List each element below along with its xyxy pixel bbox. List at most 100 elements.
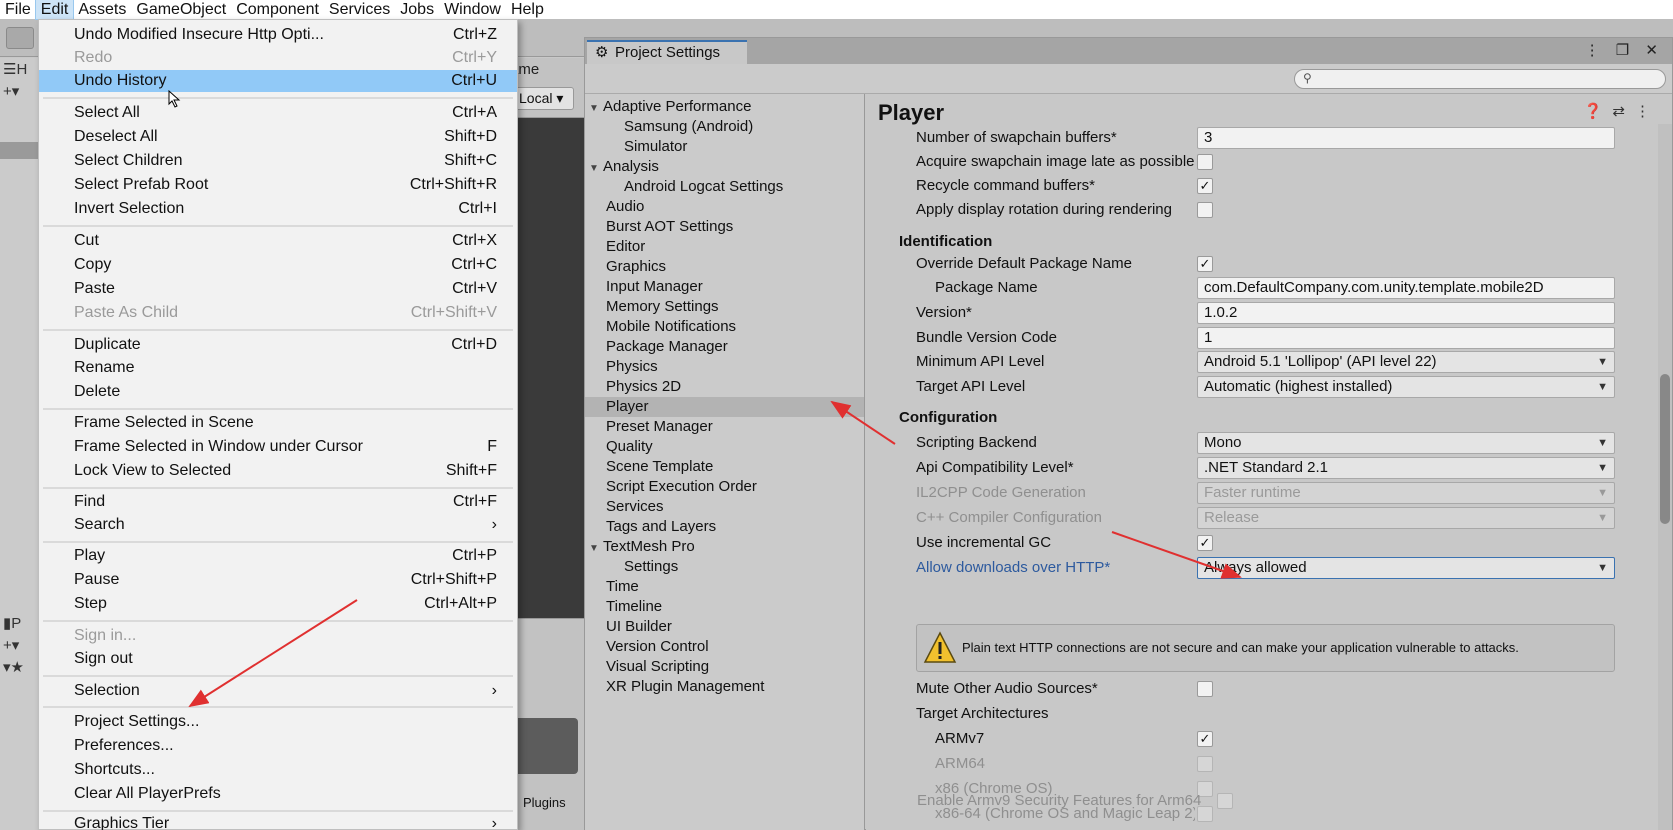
edit-menu-item[interactable]: Undo Modified Insecure Http Opti... Ctrl+… xyxy=(39,24,517,46)
sidebar-item-time[interactable]: Time xyxy=(606,577,639,597)
sidebar-item-package-manager[interactable]: Package Manager xyxy=(606,337,728,357)
edit-menu-item[interactable]: Lock View to Selected Shift+F xyxy=(39,460,517,482)
edit-menu-item[interactable]: Invert Selection Ctrl+I xyxy=(39,198,517,220)
armv7-checkbox[interactable]: ✓ xyxy=(1197,731,1213,747)
edit-menu-item[interactable]: Search › xyxy=(39,514,517,536)
edit-menu-item[interactable]: Copy Ctrl+C xyxy=(39,254,517,276)
menu-edit[interactable]: Edit xyxy=(34,0,75,20)
edit-menu-item[interactable]: Pause Ctrl+Shift+P xyxy=(39,569,517,591)
edit-menu-item[interactable]: Frame Selected in Scene xyxy=(39,412,517,434)
favorites-star-icon[interactable]: ▾★ xyxy=(3,658,24,676)
sidebar-item-graphics[interactable]: Graphics xyxy=(606,257,666,277)
sidebar-item-services[interactable]: Services xyxy=(606,497,664,517)
menu-help[interactable]: Help xyxy=(506,0,549,19)
sidebar-item-xr-plugin-management[interactable]: XR Plugin Management xyxy=(606,677,764,697)
min-api-dropdown[interactable]: Android 5.1 'Lollipop' (API level 22) ▼ xyxy=(1197,351,1615,373)
edit-menu-item[interactable]: Rename xyxy=(39,357,517,379)
menu-services[interactable]: Services xyxy=(324,0,395,19)
edit-menu-item[interactable]: Graphics Tier › xyxy=(39,813,517,830)
sidebar-item-mobile-notifications[interactable]: Mobile Notifications xyxy=(606,317,736,337)
sidebar-item-quality[interactable]: Quality xyxy=(606,437,653,457)
add-icon-2[interactable]: +▾ xyxy=(3,636,19,654)
edit-menu-item[interactable]: Play Ctrl+P xyxy=(39,545,517,567)
sidebar-item-ui-builder[interactable]: UI Builder xyxy=(606,617,672,637)
sidebar-item-analysis[interactable]: ▼ Analysis xyxy=(589,157,659,177)
project-settings-tab[interactable]: ⚙ Project Settings xyxy=(587,40,747,64)
sidebar-item-android-logcat[interactable]: Android Logcat Settings xyxy=(624,177,783,197)
header-icons[interactable]: ❓⇄⋮ xyxy=(1584,102,1660,120)
edit-menu-item[interactable]: Step Ctrl+Alt+P xyxy=(39,593,517,615)
menu-window[interactable]: Window xyxy=(439,0,506,19)
bundle-version-field[interactable]: 1 xyxy=(1197,327,1615,349)
edit-menu-item[interactable]: Sign out xyxy=(39,648,517,670)
foldout-icon[interactable]: ▼ xyxy=(589,99,603,119)
sidebar-item-textmesh-pro[interactable]: ▼ TextMesh Pro xyxy=(589,537,695,557)
sidebar-item-visual-scripting[interactable]: Visual Scripting xyxy=(606,657,709,677)
edit-menu-item[interactable]: Undo History Ctrl+U xyxy=(39,70,517,92)
incremental-gc-checkbox[interactable]: ✓ xyxy=(1197,535,1213,551)
sidebar-item-audio[interactable]: Audio xyxy=(606,197,644,217)
account-button[interactable] xyxy=(6,27,34,49)
scrollbar-thumb[interactable] xyxy=(1660,374,1670,524)
project-tab-icon[interactable]: ▮P xyxy=(3,614,21,632)
mute-audio-checkbox[interactable] xyxy=(1197,681,1213,697)
sidebar-item-version-control[interactable]: Version Control xyxy=(606,637,709,657)
edit-menu-item[interactable]: Clear All PlayerPrefs xyxy=(39,783,517,805)
sidebar-item-burst-aot[interactable]: Burst AOT Settings xyxy=(606,217,733,237)
sidebar-item-script-execution-order[interactable]: Script Execution Order xyxy=(606,477,757,497)
edit-menu-item[interactable]: Delete xyxy=(39,381,517,403)
edit-menu-item[interactable]: Find Ctrl+F xyxy=(39,491,517,513)
edit-menu-item[interactable]: Select Children Shift+C xyxy=(39,150,517,172)
edit-menu-item[interactable]: Project Settings... xyxy=(39,711,517,733)
edit-menu-item[interactable]: Duplicate Ctrl+D xyxy=(39,334,517,356)
add-icon[interactable]: +▾ xyxy=(3,82,19,100)
sidebar-item-timeline[interactable]: Timeline xyxy=(606,597,662,617)
sidebar-item-simulator[interactable]: Simulator xyxy=(624,137,687,157)
edit-menu-item[interactable]: Cut Ctrl+X xyxy=(39,230,517,252)
sidebar-item-editor[interactable]: Editor xyxy=(606,237,645,257)
override-package-checkbox[interactable]: ✓ xyxy=(1197,256,1213,272)
edit-menu-item[interactable]: Shortcuts... xyxy=(39,759,517,781)
edit-menu-item[interactable]: Select All Ctrl+A xyxy=(39,102,517,124)
foldout-icon[interactable]: ▼ xyxy=(589,539,603,559)
foldout-icon[interactable]: ▼ xyxy=(589,159,603,179)
target-api-dropdown[interactable]: Automatic (highest installed) ▼ xyxy=(1197,376,1615,398)
sidebar-item-adaptive-performance[interactable]: ▼ Adaptive Performance xyxy=(589,97,751,117)
sidebar-item-samsung[interactable]: Samsung (Android) xyxy=(624,117,753,137)
menu-assets[interactable]: Assets xyxy=(73,0,131,19)
menu-component[interactable]: Component xyxy=(231,0,324,19)
edit-menu-item[interactable]: Frame Selected in Window under Cursor F xyxy=(39,436,517,458)
window-controls[interactable]: ⋮ ❐ ✕ xyxy=(1585,41,1664,59)
sidebar-item-tmp-settings[interactable]: Settings xyxy=(624,557,678,577)
sidebar-item-physics-2d[interactable]: Physics 2D xyxy=(606,377,681,397)
sidebar-item-physics[interactable]: Physics xyxy=(606,357,658,377)
edit-menu-item[interactable]: Selection › xyxy=(39,680,517,702)
menu-file[interactable]: File xyxy=(0,0,36,19)
apply-rotation-checkbox[interactable] xyxy=(1197,202,1213,218)
folder-icon[interactable] xyxy=(510,718,578,774)
hierarchy-tab-icon[interactable]: ☰H xyxy=(3,60,27,78)
sidebar-item-memory-settings[interactable]: Memory Settings xyxy=(606,297,719,317)
edit-menu-item[interactable]: Select Prefab Root Ctrl+Shift+R xyxy=(39,174,517,196)
acquire-swapchain-checkbox[interactable] xyxy=(1197,154,1213,170)
allow-http-dropdown[interactable]: Always allowed ▼ xyxy=(1197,557,1615,579)
edit-menu-item[interactable]: Preferences... xyxy=(39,735,517,757)
sidebar-item-player[interactable]: Player xyxy=(585,397,864,417)
sidebar-item-scene-template[interactable]: Scene Template xyxy=(606,457,713,477)
api-compat-dropdown[interactable]: .NET Standard 2.1 ▼ xyxy=(1197,457,1615,479)
edit-menu-item[interactable]: Paste Ctrl+V xyxy=(39,278,517,300)
package-name-field[interactable]: com.DefaultCompany.com.unity.template.mo… xyxy=(1197,277,1615,299)
sidebar-item-preset-manager[interactable]: Preset Manager xyxy=(606,417,713,437)
menu-jobs[interactable]: Jobs xyxy=(395,0,439,19)
menu-gameobject[interactable]: GameObject xyxy=(131,0,231,19)
swapchain-field[interactable]: 3 xyxy=(1197,127,1615,149)
sidebar-item-tags-and-layers[interactable]: Tags and Layers xyxy=(606,517,716,537)
sidebar-item-input-manager[interactable]: Input Manager xyxy=(606,277,703,297)
recycle-buffers-checkbox[interactable]: ✓ xyxy=(1197,178,1213,194)
scrollbar[interactable] xyxy=(1658,124,1672,830)
version-field[interactable]: 1.0.2 xyxy=(1197,302,1615,324)
local-dropdown[interactable]: Local ▾ xyxy=(512,87,574,110)
edit-menu-item[interactable]: Deselect All Shift+D xyxy=(39,126,517,148)
settings-search-input[interactable]: ⚲ xyxy=(1294,69,1666,89)
scripting-backend-dropdown[interactable]: Mono ▼ xyxy=(1197,432,1615,454)
